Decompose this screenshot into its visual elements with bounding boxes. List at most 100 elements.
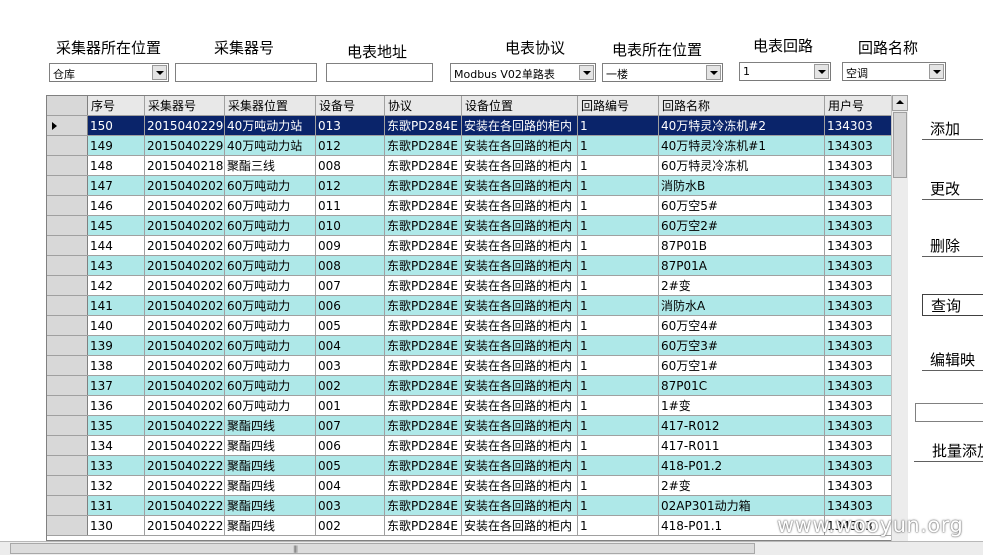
- table-cell[interactable]: 417-R011: [658, 435, 825, 456]
- table-cell[interactable]: 60万吨动力: [224, 355, 316, 376]
- table-cell[interactable]: 2015040202: [144, 315, 225, 336]
- modify-button[interactable]: 更改: [922, 178, 983, 200]
- table-cell[interactable]: 2015040202: [144, 175, 225, 196]
- table-cell[interactable]: 140: [87, 315, 145, 336]
- scroll-thumb[interactable]: [10, 543, 755, 554]
- table-cell[interactable]: 134303: [824, 455, 892, 476]
- column-header[interactable]: 设备位置: [461, 96, 578, 116]
- table-cell[interactable]: 003: [315, 495, 385, 516]
- table-cell[interactable]: 60万吨动力: [224, 255, 316, 276]
- table-cell[interactable]: 2015040202: [144, 375, 225, 396]
- column-header[interactable]: 回路编号: [577, 96, 659, 116]
- horizontal-scrollbar[interactable]: |||: [0, 541, 983, 555]
- add-button[interactable]: 添加: [922, 118, 983, 140]
- table-cell[interactable]: 135: [87, 415, 145, 436]
- table-cell[interactable]: 聚酯四线: [224, 475, 316, 496]
- table-cell[interactable]: 148: [87, 155, 145, 176]
- circuit-name-select[interactable]: 空调: [842, 62, 946, 81]
- table-cell[interactable]: 133: [87, 455, 145, 476]
- table-cell[interactable]: 东歌PD284E: [384, 135, 462, 156]
- table-row[interactable]: 132 2015040222 聚酯四线 004 东歌PD284E 安装在各回路的柜内 1 2#…: [47, 475, 892, 496]
- table-cell[interactable]: 60万吨动力: [224, 395, 316, 416]
- meter-protocol-select[interactable]: Modbus V02单路表: [450, 63, 596, 82]
- table-cell[interactable]: 418-P01.2: [658, 455, 825, 476]
- delete-button[interactable]: 删除: [922, 235, 983, 257]
- column-header[interactable]: 采集器号: [144, 96, 225, 116]
- table-cell[interactable]: 003: [315, 355, 385, 376]
- table-cell[interactable]: 60万空4#: [658, 315, 825, 336]
- table-cell[interactable]: 147: [87, 175, 145, 196]
- table-cell[interactable]: 134303: [824, 335, 892, 356]
- table-cell[interactable]: 2015040202: [144, 355, 225, 376]
- collector-no-input[interactable]: [175, 63, 317, 82]
- column-header[interactable]: 设备号: [315, 96, 385, 116]
- row-indicator[interactable]: [47, 195, 88, 216]
- table-cell[interactable]: 134303: [824, 135, 892, 156]
- meter-location-select[interactable]: 一楼: [602, 63, 723, 82]
- table-cell[interactable]: 2015040202: [144, 195, 225, 216]
- table-cell[interactable]: 1: [577, 395, 659, 416]
- table-cell[interactable]: 60万空3#: [658, 335, 825, 356]
- chevron-down-icon[interactable]: [579, 65, 594, 80]
- table-cell[interactable]: 004: [315, 475, 385, 496]
- table-cell[interactable]: 2015040202: [144, 295, 225, 316]
- table-cell[interactable]: 安装在各回路的柜内: [461, 395, 578, 416]
- table-cell[interactable]: 东歌PD284E: [384, 295, 462, 316]
- table-cell[interactable]: 聚酯四线: [224, 515, 316, 536]
- table-cell[interactable]: 安装在各回路的柜内: [461, 295, 578, 316]
- table-cell[interactable]: 1: [577, 175, 659, 196]
- table-cell[interactable]: 安装在各回路的柜内: [461, 475, 578, 496]
- table-cell[interactable]: 013: [315, 115, 385, 136]
- table-cell[interactable]: 139: [87, 335, 145, 356]
- table-cell[interactable]: 134303: [824, 115, 892, 136]
- table-row[interactable]: 141 2015040202 60万吨动力 006 东歌PD284E 安装在各回路的柜内 1…: [47, 295, 892, 316]
- table-cell[interactable]: 142: [87, 275, 145, 296]
- table-cell[interactable]: 东歌PD284E: [384, 275, 462, 296]
- table-cell[interactable]: 001: [315, 395, 385, 416]
- table-cell[interactable]: 东歌PD284E: [384, 115, 462, 136]
- table-cell[interactable]: 012: [315, 135, 385, 156]
- table-cell[interactable]: 安装在各回路的柜内: [461, 435, 578, 456]
- table-cell[interactable]: 东歌PD284E: [384, 395, 462, 416]
- table-row[interactable]: 136 2015040202 60万吨动力 001 东歌PD284E 安装在各回路的柜内 1…: [47, 395, 892, 416]
- table-cell[interactable]: 2015040222: [144, 515, 225, 536]
- chevron-down-icon[interactable]: [929, 64, 944, 79]
- table-cell[interactable]: 安装在各回路的柜内: [461, 195, 578, 216]
- table-row[interactable]: 134 2015040222 聚酯四线 006 东歌PD284E 安装在各回路的柜内 1 41…: [47, 435, 892, 456]
- table-cell[interactable]: 002: [315, 375, 385, 396]
- table-cell[interactable]: 安装在各回路的柜内: [461, 235, 578, 256]
- table-cell[interactable]: 130: [87, 515, 145, 536]
- table-cell[interactable]: 009: [315, 235, 385, 256]
- table-row[interactable]: 150 2015040229 40万吨动力站 013 东歌PD284E 安装在各回路的柜内…: [47, 115, 892, 136]
- table-cell[interactable]: 东歌PD284E: [384, 195, 462, 216]
- table-cell[interactable]: 60万特灵冷冻机: [658, 155, 825, 176]
- column-header[interactable]: 协议: [384, 96, 462, 116]
- table-cell[interactable]: 2015040202: [144, 335, 225, 356]
- table-cell[interactable]: 1: [577, 415, 659, 436]
- table-cell[interactable]: 010: [315, 215, 385, 236]
- row-indicator[interactable]: [47, 315, 88, 336]
- table-cell[interactable]: 004: [315, 335, 385, 356]
- table-cell[interactable]: 1: [577, 215, 659, 236]
- table-row[interactable]: 130 2015040222 聚酯四线 002 东歌PD284E 安装在各回路的柜内 1 41…: [47, 515, 892, 536]
- scroll-thumb[interactable]: [893, 112, 907, 178]
- table-cell[interactable]: 东歌PD284E: [384, 495, 462, 516]
- table-cell[interactable]: 137: [87, 375, 145, 396]
- table-cell[interactable]: 138: [87, 355, 145, 376]
- table-cell[interactable]: 聚酯四线: [224, 435, 316, 456]
- table-cell[interactable]: 134303: [824, 155, 892, 176]
- table-cell[interactable]: 安装在各回路的柜内: [461, 155, 578, 176]
- table-cell[interactable]: 87P01C: [658, 375, 825, 396]
- table-cell[interactable]: 安装在各回路的柜内: [461, 215, 578, 236]
- table-cell[interactable]: 134303: [824, 255, 892, 276]
- table-cell[interactable]: 安装在各回路的柜内: [461, 315, 578, 336]
- row-indicator[interactable]: [47, 395, 88, 416]
- table-cell[interactable]: 87P01B: [658, 235, 825, 256]
- table-cell[interactable]: 东歌PD284E: [384, 155, 462, 176]
- table-cell[interactable]: 安装在各回路的柜内: [461, 255, 578, 276]
- batch-add-button[interactable]: 批量添加: [914, 440, 983, 462]
- table-cell[interactable]: 006: [315, 295, 385, 316]
- table-cell[interactable]: 136: [87, 395, 145, 416]
- row-indicator[interactable]: [47, 375, 88, 396]
- table-cell[interactable]: 150: [87, 115, 145, 136]
